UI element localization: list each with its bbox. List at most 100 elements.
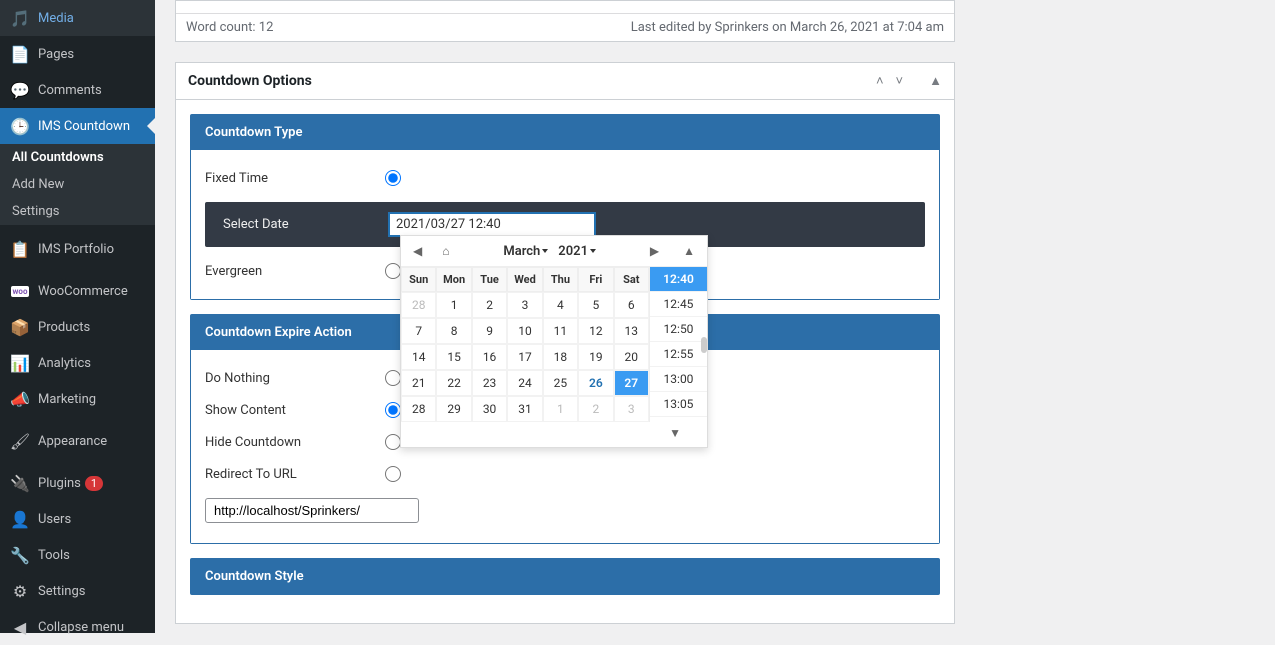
- time-option[interactable]: 12:45: [650, 292, 707, 317]
- day-header: Mon: [436, 267, 471, 292]
- countdown-style-section: Countdown Style: [190, 558, 940, 595]
- time-up-icon[interactable]: ▲: [679, 242, 699, 260]
- sidebar-item-tools[interactable]: 🔧Tools: [0, 537, 155, 573]
- do-nothing-label: Do Nothing: [205, 371, 385, 386]
- fixed-time-radio[interactable]: [385, 170, 401, 186]
- redirect-url-input[interactable]: [205, 498, 419, 523]
- sidebar-item-woocommerce[interactable]: wooWooCommerce: [0, 273, 155, 309]
- calendar-day[interactable]: 30: [472, 396, 507, 422]
- sidebar-item-comments[interactable]: 💬Comments: [0, 72, 155, 108]
- sidebar-item-label: IMS Portfolio: [38, 242, 114, 257]
- calendar-day[interactable]: 15: [436, 344, 471, 370]
- plugins-icon: 🔌: [10, 473, 30, 493]
- calendar-day[interactable]: 2: [578, 396, 613, 422]
- calendar-day[interactable]: 19: [578, 344, 613, 370]
- do-nothing-radio[interactable]: [385, 370, 401, 386]
- redirect-url-radio[interactable]: [385, 466, 401, 482]
- time-scrollbar[interactable]: [701, 337, 707, 353]
- date-input[interactable]: [388, 212, 596, 237]
- day-header: Sat: [614, 267, 649, 292]
- sidebar-item-analytics[interactable]: 📊Analytics: [0, 345, 155, 381]
- select-date-label: Select Date: [223, 217, 388, 232]
- calendar-day[interactable]: 10: [507, 318, 542, 344]
- calendar-day[interactable]: 28: [401, 396, 436, 422]
- marketing-icon: 📣: [10, 389, 30, 409]
- calendar-day[interactable]: 2: [472, 292, 507, 318]
- calendar-day[interactable]: 28: [401, 292, 436, 318]
- comments-icon: 💬: [10, 80, 30, 100]
- time-option[interactable]: 13:00: [650, 367, 707, 392]
- calendar-day[interactable]: 5: [578, 292, 613, 318]
- calendar-day[interactable]: 6: [614, 292, 649, 318]
- calendar-day[interactable]: 21: [401, 370, 436, 396]
- prev-month-icon[interactable]: ◀: [409, 242, 426, 260]
- time-option[interactable]: 12:40: [650, 267, 707, 292]
- sidebar-item-label: Analytics: [38, 356, 91, 371]
- sidebar-subitem-all-countdowns[interactable]: All Countdowns: [0, 144, 155, 171]
- hide-countdown-label: Hide Countdown: [205, 435, 385, 450]
- calendar-day[interactable]: 14: [401, 344, 436, 370]
- admin-sidebar: 🎵Media📄Pages💬Comments🕒IMS CountdownAll C…: [0, 0, 155, 633]
- sidebar-item-settings[interactable]: ⚙Settings: [0, 573, 155, 609]
- time-option[interactable]: 13:05: [650, 392, 707, 417]
- sidebar-item-users[interactable]: 👤Users: [0, 501, 155, 537]
- main-content: Word count: 12 Last edited by Sprinkers …: [155, 0, 1275, 633]
- calendar-day[interactable]: 20: [614, 344, 649, 370]
- calendar-day[interactable]: 27: [614, 370, 649, 396]
- calendar-day[interactable]: 17: [507, 344, 542, 370]
- calendar-day[interactable]: 1: [436, 292, 471, 318]
- sidebar-item-pages[interactable]: 📄Pages: [0, 36, 155, 72]
- next-month-icon[interactable]: ▶: [646, 242, 663, 260]
- sidebar-item-plugins[interactable]: 🔌Plugins1: [0, 465, 155, 501]
- time-option[interactable]: 12:55: [650, 342, 707, 367]
- day-header: Tue: [472, 267, 507, 292]
- calendar-day[interactable]: 1: [543, 396, 578, 422]
- sidebar-item-label: Products: [38, 320, 90, 335]
- calendar-day[interactable]: 22: [436, 370, 471, 396]
- calendar-day[interactable]: 25: [543, 370, 578, 396]
- calendar-day[interactable]: 31: [507, 396, 542, 422]
- hide-countdown-radio[interactable]: [385, 434, 401, 450]
- calendar-day[interactable]: 9: [472, 318, 507, 344]
- calendar-day[interactable]: 24: [507, 370, 542, 396]
- calendar-day[interactable]: 8: [436, 318, 471, 344]
- sidebar-item-collapse-menu[interactable]: ◀Collapse menu: [0, 609, 155, 645]
- datepicker-popup: ◀ ⌂ March 2021 ▶ ▲ SunMonTueWedThuFriSat…: [400, 235, 708, 448]
- sidebar-subitem-settings[interactable]: Settings: [0, 198, 155, 225]
- calendar-day[interactable]: 13: [614, 318, 649, 344]
- calendar-day[interactable]: 23: [472, 370, 507, 396]
- pages-icon: 📄: [10, 44, 30, 64]
- chevron-down-icon[interactable]: ˅: [896, 73, 904, 89]
- time-down-icon[interactable]: ▼: [665, 424, 685, 442]
- sidebar-item-appearance[interactable]: 🖌Appearance: [0, 423, 155, 459]
- calendar-day[interactable]: 29: [436, 396, 471, 422]
- time-option[interactable]: 12:50: [650, 317, 707, 342]
- calendar-day[interactable]: 7: [401, 318, 436, 344]
- calendar-day[interactable]: 16: [472, 344, 507, 370]
- calendar-day[interactable]: 18: [543, 344, 578, 370]
- tools-icon: 🔧: [10, 545, 30, 565]
- calendar-day[interactable]: 12: [578, 318, 613, 344]
- year-select[interactable]: 2021: [558, 244, 596, 259]
- redirect-url-label: Redirect To URL: [205, 467, 385, 482]
- chevron-up-icon[interactable]: ˄: [876, 73, 884, 89]
- toggle-icon[interactable]: ▲: [929, 73, 942, 89]
- calendar-day[interactable]: 3: [507, 292, 542, 318]
- month-select[interactable]: March: [503, 244, 548, 259]
- editor-panel: Word count: 12 Last edited by Sprinkers …: [175, 0, 955, 42]
- sidebar-item-media[interactable]: 🎵Media: [0, 0, 155, 36]
- calendar-day[interactable]: 11: [543, 318, 578, 344]
- show-content-radio[interactable]: [385, 402, 401, 418]
- sidebar-item-ims-portfolio[interactable]: 📋IMS Portfolio: [0, 231, 155, 267]
- calendar-day[interactable]: 3: [614, 396, 649, 422]
- sidebar-item-ims-countdown[interactable]: 🕒IMS Countdown: [0, 108, 155, 144]
- home-icon[interactable]: ⌂: [438, 242, 453, 260]
- collapse-icon: ◀: [10, 617, 30, 637]
- calendar-day[interactable]: 26: [578, 370, 613, 396]
- calendar-day[interactable]: 4: [543, 292, 578, 318]
- evergreen-radio[interactable]: [385, 263, 401, 279]
- sidebar-item-products[interactable]: 📦Products: [0, 309, 155, 345]
- sidebar-subitem-add-new[interactable]: Add New: [0, 171, 155, 198]
- sidebar-item-label: Media: [38, 11, 74, 26]
- sidebar-item-marketing[interactable]: 📣Marketing: [0, 381, 155, 417]
